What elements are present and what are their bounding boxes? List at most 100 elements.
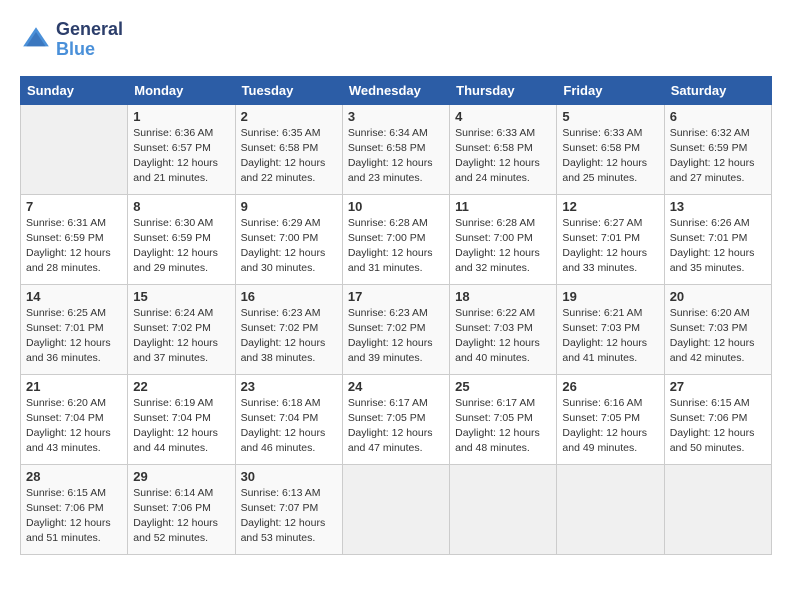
day-info: Sunrise: 6:14 AMSunset: 7:06 PMDaylight:…: [133, 486, 229, 547]
calendar-cell: 11 Sunrise: 6:28 AMSunset: 7:00 PMDayligh…: [450, 194, 557, 284]
day-header-tuesday: Tuesday: [235, 76, 342, 104]
calendar-cell: 3 Sunrise: 6:34 AMSunset: 6:58 PMDaylight…: [342, 104, 449, 194]
calendar-cell: 29 Sunrise: 6:14 AMSunset: 7:06 PMDayligh…: [128, 464, 235, 554]
day-info: Sunrise: 6:31 AMSunset: 6:59 PMDaylight:…: [26, 216, 122, 277]
calendar-week-row: 1 Sunrise: 6:36 AMSunset: 6:57 PMDaylight…: [21, 104, 772, 194]
day-number: 8: [133, 199, 229, 214]
day-number: 6: [670, 109, 766, 124]
calendar-cell: 24 Sunrise: 6:17 AMSunset: 7:05 PMDayligh…: [342, 374, 449, 464]
day-number: 24: [348, 379, 444, 394]
logo-icon: [20, 24, 52, 56]
day-number: 25: [455, 379, 551, 394]
day-number: 5: [562, 109, 658, 124]
day-number: 11: [455, 199, 551, 214]
day-info: Sunrise: 6:24 AMSunset: 7:02 PMDaylight:…: [133, 306, 229, 367]
calendar-cell: 15 Sunrise: 6:24 AMSunset: 7:02 PMDayligh…: [128, 284, 235, 374]
day-number: 2: [241, 109, 337, 124]
day-number: 28: [26, 469, 122, 484]
calendar-cell: 19 Sunrise: 6:21 AMSunset: 7:03 PMDayligh…: [557, 284, 664, 374]
calendar-week-row: 28 Sunrise: 6:15 AMSunset: 7:06 PMDayligh…: [21, 464, 772, 554]
day-number: 12: [562, 199, 658, 214]
day-info: Sunrise: 6:17 AMSunset: 7:05 PMDaylight:…: [348, 396, 444, 457]
day-info: Sunrise: 6:33 AMSunset: 6:58 PMDaylight:…: [455, 126, 551, 187]
calendar-cell: 25Sunrise: 6:17 AMSunset: 7:05 PMDayligh…: [450, 374, 557, 464]
day-info: Sunrise: 6:35 AMSunset: 6:58 PMDaylight:…: [241, 126, 337, 187]
day-info: Sunrise: 6:27 AMSunset: 7:01 PMDaylight:…: [562, 216, 658, 277]
day-info: Sunrise: 6:16 AMSunset: 7:05 PMDaylight:…: [562, 396, 658, 457]
day-number: 3: [348, 109, 444, 124]
day-number: 26: [562, 379, 658, 394]
day-info: Sunrise: 6:15 AMSunset: 7:06 PMDaylight:…: [26, 486, 122, 547]
calendar-cell: 14 Sunrise: 6:25 AMSunset: 7:01 PMDayligh…: [21, 284, 128, 374]
calendar-cell: 26 Sunrise: 6:16 AMSunset: 7:05 PMDayligh…: [557, 374, 664, 464]
day-info: Sunrise: 6:33 AMSunset: 6:58 PMDaylight:…: [562, 126, 658, 187]
day-number: 7: [26, 199, 122, 214]
day-header-monday: Monday: [128, 76, 235, 104]
day-info: Sunrise: 6:26 AMSunset: 7:01 PMDaylight:…: [670, 216, 766, 277]
day-info: Sunrise: 6:28 AMSunset: 7:00 PMDaylight:…: [348, 216, 444, 277]
day-number: 9: [241, 199, 337, 214]
day-header-saturday: Saturday: [664, 76, 771, 104]
day-number: 10: [348, 199, 444, 214]
calendar-cell: [21, 104, 128, 194]
calendar-cell: 30 Sunrise: 6:13 AMSunset: 7:07 PMDayligh…: [235, 464, 342, 554]
day-number: 23: [241, 379, 337, 394]
calendar-cell: 17 Sunrise: 6:23 AMSunset: 7:02 PMDayligh…: [342, 284, 449, 374]
day-number: 19: [562, 289, 658, 304]
day-number: 17: [348, 289, 444, 304]
day-info: Sunrise: 6:23 AMSunset: 7:02 PMDaylight:…: [241, 306, 337, 367]
day-header-wednesday: Wednesday: [342, 76, 449, 104]
day-info: Sunrise: 6:32 AMSunset: 6:59 PMDaylight:…: [670, 126, 766, 187]
calendar-cell: 7 Sunrise: 6:31 AMSunset: 6:59 PMDaylight…: [21, 194, 128, 284]
calendar-cell: 18 Sunrise: 6:22 AMSunset: 7:03 PMDayligh…: [450, 284, 557, 374]
page-header: General Blue: [20, 20, 772, 60]
calendar-table: SundayMondayTuesdayWednesdayThursdayFrid…: [20, 76, 772, 555]
day-number: 16: [241, 289, 337, 304]
day-number: 29: [133, 469, 229, 484]
day-number: 1: [133, 109, 229, 124]
day-number: 13: [670, 199, 766, 214]
calendar-cell: 6 Sunrise: 6:32 AMSunset: 6:59 PMDaylight…: [664, 104, 771, 194]
day-header-sunday: Sunday: [21, 76, 128, 104]
calendar-cell: 16 Sunrise: 6:23 AMSunset: 7:02 PMDayligh…: [235, 284, 342, 374]
day-info: Sunrise: 6:30 AMSunset: 6:59 PMDaylight:…: [133, 216, 229, 277]
day-info: Sunrise: 6:19 AMSunset: 7:04 PMDaylight:…: [133, 396, 229, 457]
calendar-week-row: 7 Sunrise: 6:31 AMSunset: 6:59 PMDaylight…: [21, 194, 772, 284]
day-number: 21: [26, 379, 122, 394]
calendar-cell: [450, 464, 557, 554]
day-info: Sunrise: 6:34 AMSunset: 6:58 PMDaylight:…: [348, 126, 444, 187]
day-number: 4: [455, 109, 551, 124]
calendar-cell: 10 Sunrise: 6:28 AMSunset: 7:00 PMDayligh…: [342, 194, 449, 284]
calendar-cell: 23 Sunrise: 6:18 AMSunset: 7:04 PMDayligh…: [235, 374, 342, 464]
day-info: Sunrise: 6:22 AMSunset: 7:03 PMDaylight:…: [455, 306, 551, 367]
day-info: Sunrise: 6:20 AMSunset: 7:04 PMDaylight:…: [26, 396, 122, 457]
logo-text: General Blue: [56, 20, 123, 60]
day-header-thursday: Thursday: [450, 76, 557, 104]
day-number: 15: [133, 289, 229, 304]
day-number: 18: [455, 289, 551, 304]
day-info: Sunrise: 6:29 AMSunset: 7:00 PMDaylight:…: [241, 216, 337, 277]
calendar-cell: [342, 464, 449, 554]
calendar-cell: 22 Sunrise: 6:19 AMSunset: 7:04 PMDayligh…: [128, 374, 235, 464]
logo: General Blue: [20, 20, 123, 60]
day-info: Sunrise: 6:28 AMSunset: 7:00 PMDaylight:…: [455, 216, 551, 277]
day-number: 22: [133, 379, 229, 394]
day-number: 27: [670, 379, 766, 394]
day-info: Sunrise: 6:13 AMSunset: 7:07 PMDaylight:…: [241, 486, 337, 547]
day-info: Sunrise: 6:23 AMSunset: 7:02 PMDaylight:…: [348, 306, 444, 367]
calendar-cell: 28 Sunrise: 6:15 AMSunset: 7:06 PMDayligh…: [21, 464, 128, 554]
day-number: 14: [26, 289, 122, 304]
calendar-cell: 9 Sunrise: 6:29 AMSunset: 7:00 PMDaylight…: [235, 194, 342, 284]
day-header-friday: Friday: [557, 76, 664, 104]
calendar-header-row: SundayMondayTuesdayWednesdayThursdayFrid…: [21, 76, 772, 104]
day-info: Sunrise: 6:15 AMSunset: 7:06 PMDaylight:…: [670, 396, 766, 457]
calendar-cell: 2 Sunrise: 6:35 AMSunset: 6:58 PMDaylight…: [235, 104, 342, 194]
day-number: 20: [670, 289, 766, 304]
calendar-cell: 8 Sunrise: 6:30 AMSunset: 6:59 PMDaylight…: [128, 194, 235, 284]
day-info: Sunrise: 6:18 AMSunset: 7:04 PMDaylight:…: [241, 396, 337, 457]
day-info: Sunrise: 6:21 AMSunset: 7:03 PMDaylight:…: [562, 306, 658, 367]
day-info: Sunrise: 6:25 AMSunset: 7:01 PMDaylight:…: [26, 306, 122, 367]
day-info: Sunrise: 6:36 AMSunset: 6:57 PMDaylight:…: [133, 126, 229, 187]
day-info: Sunrise: 6:20 AMSunset: 7:03 PMDaylight:…: [670, 306, 766, 367]
day-number: 30: [241, 469, 337, 484]
